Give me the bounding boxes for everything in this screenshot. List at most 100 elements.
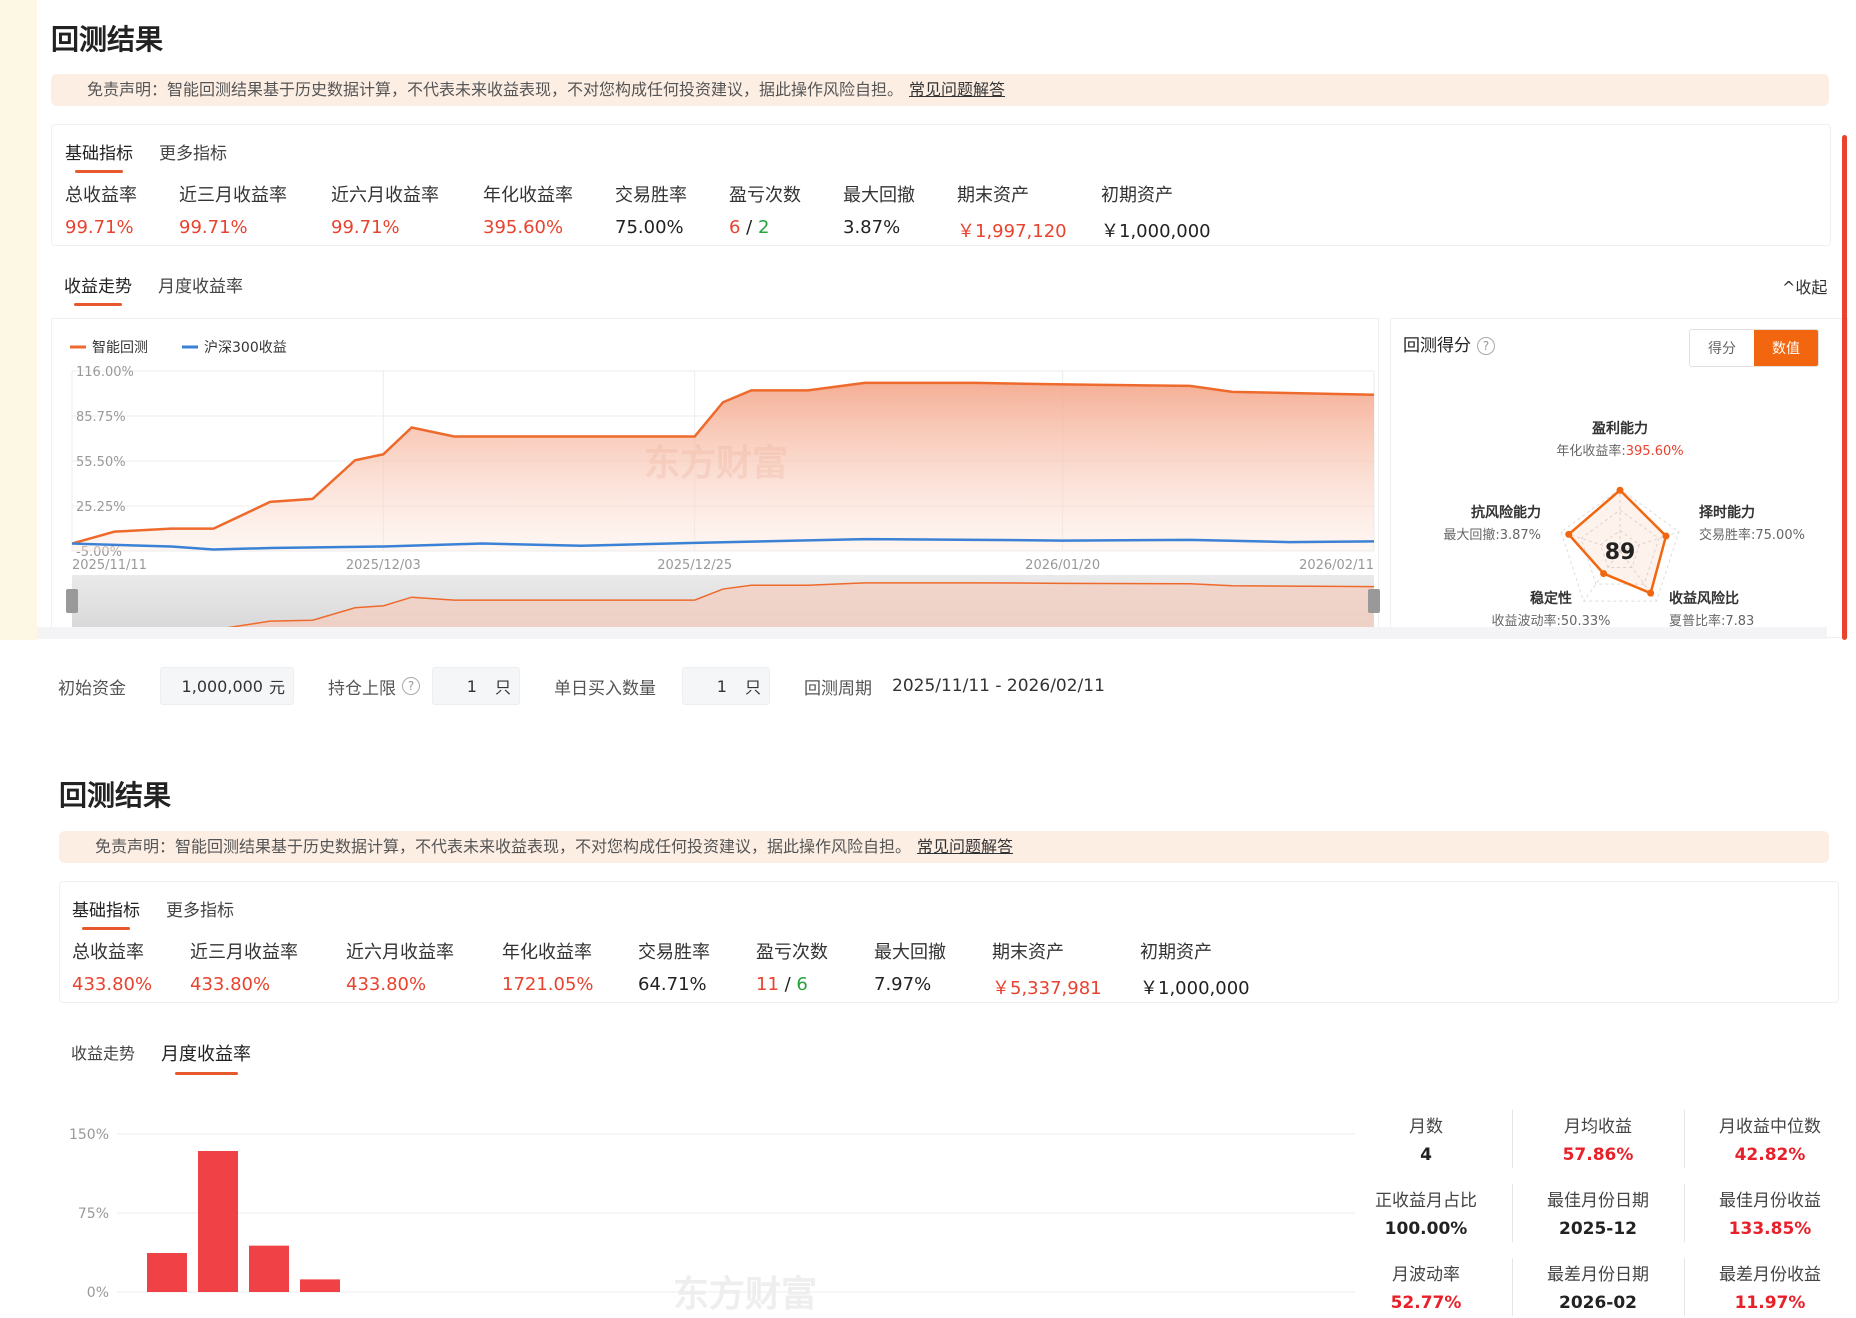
navigator-handle-right[interactable] [1368,589,1380,613]
metric-value: 6 / 2 [729,217,843,238]
win-count: 6 [729,217,741,238]
metric-tabs: 基础指标 更多指标 [72,896,234,930]
page-title: 回测结果 [51,23,164,56]
metric-value: 433.80% [346,974,427,995]
faq-link[interactable]: 常见问题解答 [917,837,1013,856]
month-bar[interactable] [147,1253,187,1292]
metric-8: 初期资产 ￥1,000,000 [1140,938,1280,1000]
radar-point [1616,486,1624,494]
legend-strategy[interactable]: 智能回测 [92,340,148,356]
tab-basic-metrics[interactable]: 基础指标 [65,139,133,173]
stat-label: 正收益月占比 [1375,1191,1477,1211]
collapse-label: 收起 [1795,278,1828,297]
tab-more-metrics[interactable]: 更多指标 [166,896,234,921]
stat-cell: 月收益中位数 42.82% [1684,1112,1856,1165]
stat-value: 42.82% [1734,1145,1806,1165]
x-tick-label: 2025/12/25 [657,558,732,573]
metric-4: 交易胜率 75.00% [615,181,729,243]
daily-buy-input[interactable]: 1只 [682,667,770,705]
collapse-button[interactable]: ^收起 [1782,274,1827,298]
x-tick-label: 2025/12/03 [346,558,421,573]
month-bar[interactable] [300,1279,340,1292]
stat-cell: 最差月份收益 11.97% [1684,1260,1856,1313]
win-count: 11 [756,974,779,995]
radar-detail-value: 395.60% [1626,444,1684,459]
tab-basic-metrics[interactable]: 基础指标 [72,896,140,930]
tab-return-trend[interactable]: 收益走势 [71,1040,135,1066]
metric-label: 近三月收益率 [179,185,287,206]
metric-value: ￥1,997,120 [957,221,1067,242]
toggle-score[interactable]: 得分 [1690,330,1754,366]
radar-detail-label: 交易胜率:75.00% [1699,527,1805,543]
metric-label: 最大回撤 [843,185,915,206]
left-edge-strip [0,0,37,640]
return-trend-chart: 智能回测 沪深300收益 116.00% 85.75% 55.50% 25.25% -5.0… [51,318,1380,638]
metric-value: ￥1,000,000 [1140,978,1250,999]
metric-label: 总收益率 [65,185,137,206]
metric-2: 近六月收益率 433.80% [346,938,502,1000]
position-limit-value: 1 [466,676,477,696]
tab-monthly-return[interactable]: 月度收益率 [158,272,243,297]
metric-value: 75.00% [615,217,684,238]
stat-label: 月均收益 [1564,1117,1632,1137]
metrics-row: 总收益率 99.71% 近三月收益率 99.71% 近六月收益率 99.71% 年化收益率 3… [65,181,1241,243]
radar-value-shape [1566,488,1668,595]
metric-label: 年化收益率 [502,942,592,963]
metric-value: 99.71% [179,217,248,238]
metrics-row: 总收益率 433.80% 近三月收益率 433.80% 近六月收益率 433.80% 年化收… [72,938,1280,1000]
faq-link[interactable]: 常见问题解答 [909,80,1005,99]
metric-label: 期末资产 [992,942,1064,963]
radar-axis-name: 收益风险比 [1669,590,1739,607]
y-tick-label: 25.25% [76,500,126,515]
metric-value: 433.80% [190,974,271,995]
help-icon[interactable]: ? [402,677,420,695]
toggle-value[interactable]: 数值 [1754,330,1818,366]
position-limit-input[interactable]: 1只 [432,667,520,705]
tab-return-trend[interactable]: 收益走势 [64,272,132,306]
y-tick-label: 116.00% [76,365,134,380]
stat-value: 100.00% [1384,1219,1468,1239]
metric-3: 年化收益率 395.60% [483,181,615,243]
disclaimer-text: 免责声明：智能回测结果基于历史数据计算，不代表未来收益表现，不对您构成任何投资建… [87,80,904,99]
radar-spoke [1583,550,1621,602]
scrollbar[interactable] [1842,135,1847,640]
stat-divider [1684,1184,1685,1242]
metric-value: 3.87% [843,217,901,238]
y-tick-label: 85.75% [76,410,126,425]
radar-spoke [1619,550,1657,602]
help-icon[interactable]: ? [1477,337,1495,355]
radar-ring [1580,509,1660,585]
daily-buy-value: 1 [716,676,727,696]
radar-axis-name: 抗风险能力 [1471,504,1541,521]
x-tick-label: 2026/01/20 [1025,558,1100,573]
daily-buy-label: 单日买入数量 [554,678,656,699]
score-toggle: 得分 数值 [1689,329,1819,367]
navigator-handle-left[interactable] [66,589,78,613]
y-tick-label: 150% [69,1127,109,1143]
daily-buy-unit: 只 [744,678,761,697]
metric-7: 期末资产 ￥5,337,981 [992,938,1140,1000]
initial-capital-input[interactable]: 1,000,000 元 [160,667,294,705]
tab-more-metrics[interactable]: 更多指标 [159,139,227,164]
radar-axis-name: 盈利能力 [1591,420,1648,437]
chart-tabs: 收益走势 月度收益率 [71,1040,251,1075]
chevron-up-icon: ^ [1782,278,1796,297]
metric-label: 交易胜率 [615,185,687,206]
disclaimer-bar: 免责声明：智能回测结果基于历史数据计算，不代表未来收益表现，不对您构成任何投资建… [51,74,1829,106]
metric-label: 年化收益率 [483,185,573,206]
legend-benchmark[interactable]: 沪深300收益 [204,340,287,356]
month-bar[interactable] [198,1151,238,1292]
metric-value: 395.60% [483,217,564,238]
metric-value: 1721.05% [502,974,594,995]
metric-5: 盈亏次数 11 / 6 [756,938,874,1000]
stat-value: 4 [1420,1145,1432,1165]
radar-point [1600,570,1608,578]
stat-label: 最差月份收益 [1719,1265,1821,1285]
metric-value: 99.71% [65,217,134,238]
metric-8: 初期资产 ￥1,000,000 [1101,181,1241,243]
stat-divider [1684,1110,1685,1168]
month-bar[interactable] [249,1245,289,1292]
tab-monthly-return[interactable]: 月度收益率 [161,1040,251,1075]
backtest-result-panel-1: 回测结果 免责声明：智能回测结果基于历史数据计算，不代表未来收益表现，不对您构成… [37,0,1848,640]
stat-value: 52.77% [1390,1293,1462,1313]
